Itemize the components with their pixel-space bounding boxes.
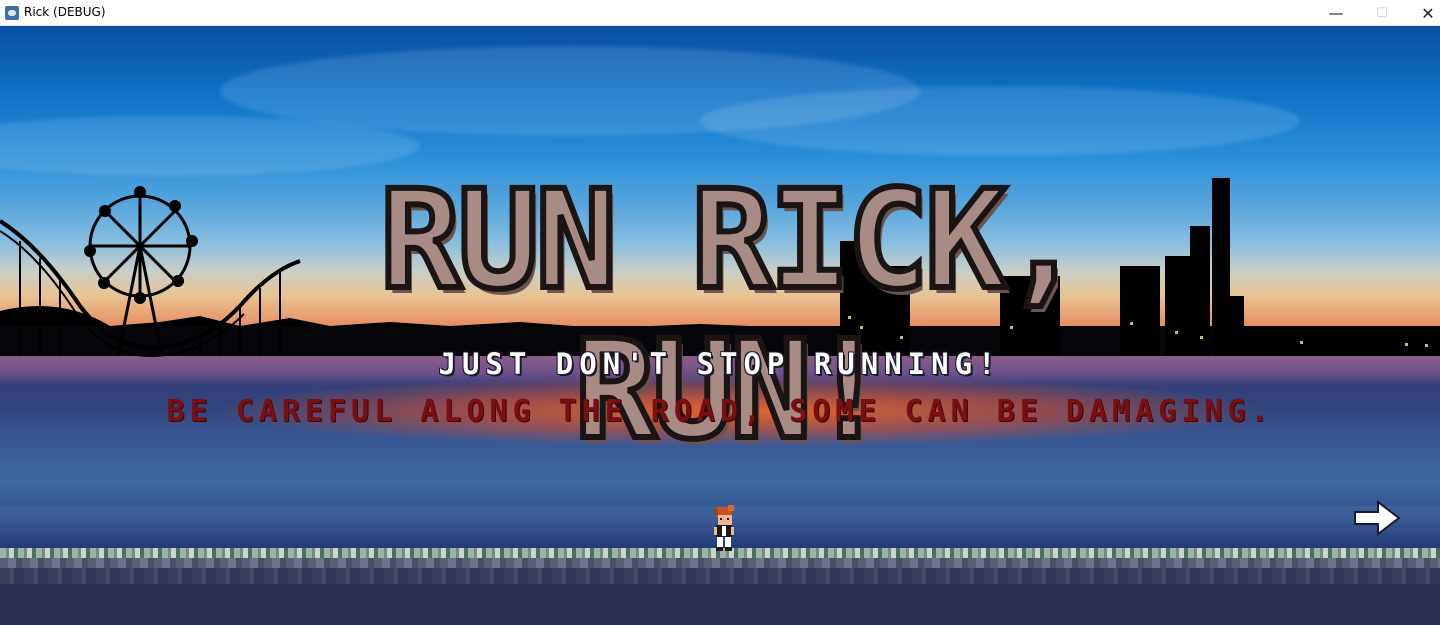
app-icon: [5, 6, 19, 20]
game-viewport[interactable]: RUN RICK, RUN! JUST DON'T STOP RUNNING! …: [0, 26, 1440, 625]
dirt-strip-lower: [0, 568, 1440, 584]
close-button[interactable]: ✕: [1405, 0, 1440, 26]
warning-text: BE CAREFUL ALONG THE ROAD, SOME CAN BE D…: [166, 394, 1274, 429]
window-title: Rick (DEBUG): [24, 5, 106, 19]
window-titlebar: Rick (DEBUG) — ☐ ✕: [0, 0, 1440, 26]
minimize-button[interactable]: —: [1313, 0, 1359, 26]
maximize-button[interactable]: ☐: [1359, 0, 1405, 26]
arrow-right-icon[interactable]: [1352, 499, 1402, 537]
player-character: [714, 505, 734, 551]
dirt-strip: [0, 558, 1440, 568]
tagline-text: JUST DON'T STOP RUNNING!: [438, 347, 1002, 381]
